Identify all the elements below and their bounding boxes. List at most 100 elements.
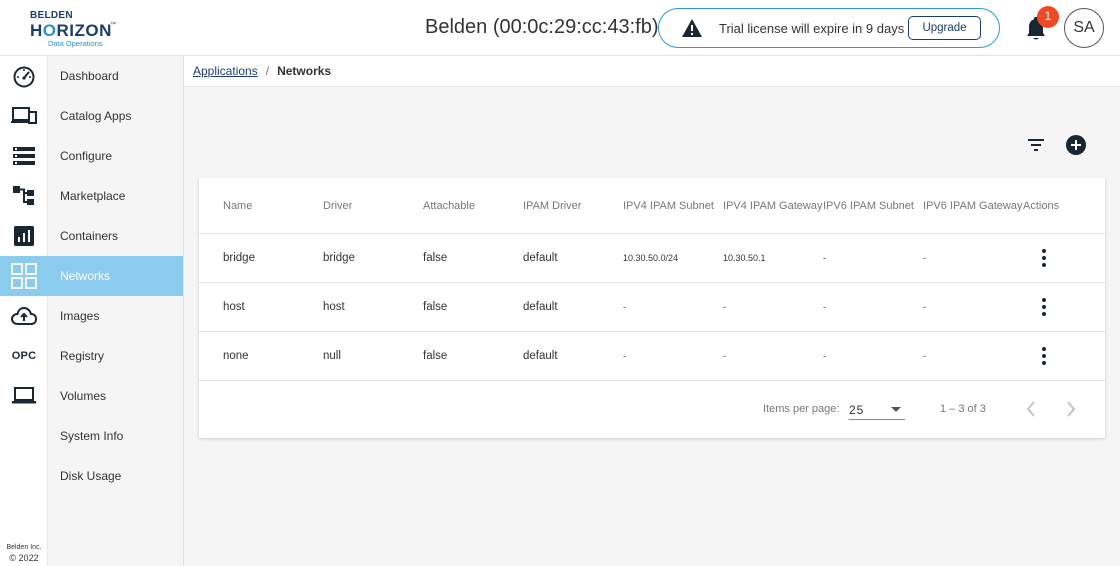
cell-ipv4-subnet: 10.30.50.0/24: [623, 253, 679, 263]
marketplace-hierarchy-icon: [13, 186, 34, 205]
devices-icon: [11, 107, 37, 124]
nav-item-marketplace[interactable]: Marketplace: [48, 176, 183, 216]
device-title: Belden (00:0c:29:cc:43:fb): [425, 16, 659, 38]
configure-list-icon: [13, 147, 35, 165]
table-header-row: Name Driver Attachable IPAM Driver IPV4 …: [199, 178, 1105, 234]
previous-page-icon[interactable]: [1023, 399, 1039, 419]
top-header: BELDEN HORIZON ™ Data Operations Belden …: [0, 0, 1120, 56]
column-header-ipam-driver[interactable]: IPAM Driver: [523, 178, 581, 233]
cell-ipv4-gateway: -: [723, 351, 726, 361]
cell-ipv6-subnet: -: [823, 302, 826, 312]
cell-driver: null: [323, 350, 341, 362]
nav-item-registry[interactable]: Registry: [48, 336, 183, 376]
containers-chart-icon: [14, 226, 34, 246]
row-actions-button[interactable]: [1034, 283, 1054, 331]
cell-name: host: [223, 301, 245, 313]
breadcrumb-separator: /: [265, 64, 270, 78]
images-cloud-upload-icon: [11, 306, 37, 325]
rail-dashboard[interactable]: [0, 56, 48, 96]
networks-table: Name Driver Attachable IPAM Driver IPV4 …: [199, 178, 1105, 438]
cell-ipv4-gateway: -: [723, 302, 726, 312]
footer-company: Belden Inc.: [6, 544, 42, 551]
cell-ipv6-gateway: -: [923, 302, 926, 312]
table-paginator: Items per page: 25 1 – 3 of 3: [199, 381, 1105, 438]
nav-item-networks[interactable]: Networks: [48, 256, 183, 296]
breadcrumb-applications-link[interactable]: Applications: [193, 64, 258, 78]
breadcrumb-current: Networks: [277, 64, 332, 78]
rail-catalog-apps[interactable]: [0, 96, 48, 136]
trial-license-banner: Trial license will expire in 9 days Upgr…: [658, 8, 1000, 48]
nav-item-dashboard[interactable]: Dashboard: [48, 56, 183, 96]
side-navigation: Dashboard Catalog Apps Configure Marketp…: [48, 56, 184, 566]
cell-ipv6-subnet: -: [823, 351, 826, 361]
nav-item-containers[interactable]: Containers: [48, 216, 183, 256]
items-per-page-select[interactable]: 25: [849, 398, 905, 420]
cell-ipam-driver: default: [523, 252, 558, 264]
footer-copyright: © 2022: [9, 553, 39, 563]
kebab-menu-icon: [1042, 347, 1046, 365]
logo-line3: Data Operations: [48, 39, 103, 48]
column-header-name[interactable]: Name: [223, 178, 252, 233]
page-range-label: 1 – 3 of 3: [940, 403, 986, 415]
next-page-icon[interactable]: [1063, 399, 1079, 419]
column-header-ipv4-gateway[interactable]: IPV4 IPAM Gateway: [723, 178, 822, 233]
column-header-actions: Actions: [1023, 199, 1060, 212]
cell-ipv6-gateway: -: [923, 351, 926, 361]
icon-rail: OPC Belden Inc. © 2022: [0, 56, 48, 566]
opc-text-icon: OPC: [11, 350, 37, 362]
table-row: none null false default - - - -: [199, 332, 1105, 381]
nav-item-volumes[interactable]: Volumes: [48, 376, 183, 416]
column-header-ipv6-gateway[interactable]: IPV6 IPAM Gateway: [923, 178, 1022, 233]
table-row: bridge bridge false default 10.30.50.0/2…: [199, 234, 1105, 283]
trial-license-text: Trial license will expire in 9 days: [719, 21, 905, 36]
cell-attachable: false: [423, 350, 448, 362]
user-avatar[interactable]: SA: [1064, 8, 1104, 48]
logo-line1: BELDEN: [30, 10, 73, 21]
row-actions-button[interactable]: [1034, 332, 1054, 380]
add-circle-icon[interactable]: [1066, 135, 1086, 155]
column-header-attachable[interactable]: Attachable: [423, 178, 475, 233]
kebab-menu-icon: [1042, 298, 1046, 316]
logo-line2: HORIZON: [30, 21, 112, 40]
upgrade-button[interactable]: Upgrade: [908, 16, 981, 40]
nav-item-disk-usage[interactable]: Disk Usage: [48, 456, 183, 496]
rail-networks[interactable]: [0, 256, 48, 296]
rail-marketplace[interactable]: [0, 176, 48, 216]
cell-ipv4-subnet: -: [623, 302, 626, 312]
items-per-page-value: 25: [849, 403, 865, 417]
cell-name: none: [223, 350, 249, 362]
nav-item-configure[interactable]: Configure: [48, 136, 183, 176]
rail-containers[interactable]: [0, 216, 48, 256]
nav-item-catalog-apps[interactable]: Catalog Apps: [48, 96, 183, 136]
volumes-laptop-icon: [12, 387, 36, 404]
column-header-ipv4-subnet[interactable]: IPV4 IPAM Subnet: [623, 178, 714, 233]
cell-ipv6-gateway: -: [923, 253, 926, 263]
row-actions-button[interactable]: [1034, 234, 1054, 282]
filter-icon[interactable]: [1026, 135, 1046, 155]
cell-attachable: false: [423, 301, 448, 313]
warning-icon: [682, 19, 702, 37]
cell-ipam-driver: default: [523, 301, 558, 313]
networks-grid-icon: [11, 263, 37, 289]
rail-volumes[interactable]: [0, 376, 48, 416]
column-header-driver[interactable]: Driver: [323, 178, 352, 233]
cell-driver: bridge: [323, 252, 355, 264]
table-row: host host false default - - - -: [199, 283, 1105, 332]
cell-ipv4-gateway: 10.30.50.1: [723, 253, 766, 263]
chevron-down-icon: [891, 407, 901, 412]
nav-item-images[interactable]: Images: [48, 296, 183, 336]
cell-name: bridge: [223, 252, 255, 264]
main-content: Applications / Networks Name Driver Attach…: [184, 56, 1120, 566]
rail-configure[interactable]: [0, 136, 48, 176]
belden-horizon-logo[interactable]: BELDEN HORIZON ™ Data Operations: [28, 10, 128, 50]
breadcrumb: Applications / Networks: [184, 56, 1120, 87]
rail-registry[interactable]: OPC: [0, 336, 48, 376]
cell-ipv4-subnet: -: [623, 351, 626, 361]
notification-count-badge: 1: [1037, 6, 1059, 28]
rail-images[interactable]: [0, 296, 48, 336]
cell-attachable: false: [423, 252, 448, 264]
dashboard-gauge-icon: [13, 66, 35, 88]
column-header-ipv6-subnet[interactable]: IPV6 IPAM Subnet: [823, 178, 914, 233]
nav-item-system-info[interactable]: System Info: [48, 416, 183, 456]
logo-trademark: ™: [110, 22, 116, 28]
